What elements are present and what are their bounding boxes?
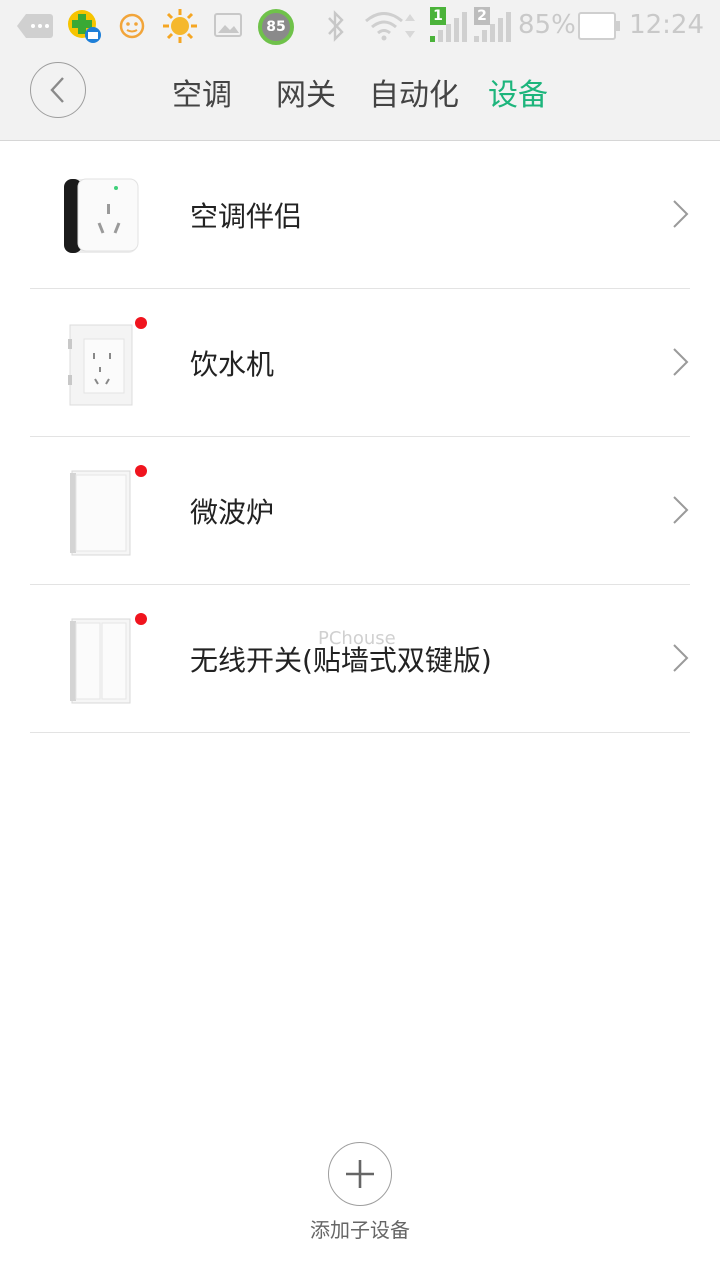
battery-percent: 85% (518, 10, 576, 40)
back-button[interactable] (30, 62, 86, 118)
face-icon (119, 13, 145, 39)
wall-socket-image (68, 324, 133, 406)
add-sub-device-button[interactable] (328, 1142, 392, 1206)
tab-devices[interactable]: 设备 (488, 70, 548, 114)
new-badge-dot (135, 317, 147, 329)
chevron-right-icon (673, 496, 689, 524)
tab-automation[interactable]: 自动化 (369, 70, 459, 114)
tab-gateway[interactable]: 网关 (276, 70, 336, 114)
list-item[interactable]: 无线开关(贴墙式双键版) (0, 585, 720, 733)
wall-switch-double-image (70, 618, 131, 704)
chevron-right-icon (673, 348, 689, 376)
image-icon (214, 13, 242, 37)
chevron-right-icon (673, 200, 689, 228)
message-icon (17, 14, 53, 38)
header-bar: 空调 网关 自动化 设备 (0, 52, 720, 141)
chevron-right-icon (673, 644, 689, 672)
signal-sim1-icon (430, 12, 467, 42)
watermark: PChouse (318, 628, 396, 649)
tab-ac[interactable]: 空调 (172, 70, 232, 114)
device-name: 空调伴侣 (190, 200, 303, 233)
badge-85-icon: 85 (258, 9, 294, 45)
wall-switch-single-image (70, 470, 131, 556)
chevron-left-icon (50, 77, 64, 103)
clock: 12:24 (629, 10, 704, 40)
wifi-icon (365, 12, 415, 41)
add-sub-device-label[interactable]: 添加子设备 (0, 1214, 720, 1243)
plus-icon (346, 1160, 374, 1188)
divider (30, 732, 690, 733)
signal-sim2-icon (474, 12, 511, 42)
status-bar: 85 1 2 85% 12:24 (0, 0, 720, 52)
weather-sun-icon (163, 9, 197, 43)
ac-companion-plug-image (64, 178, 139, 253)
battery-icon (578, 12, 620, 40)
bluetooth-icon (328, 10, 344, 42)
app-notify-icon (68, 10, 101, 43)
device-name: 微波炉 (190, 496, 275, 529)
device-name: 饮水机 (190, 348, 275, 381)
new-badge-dot (135, 465, 147, 477)
new-badge-dot (135, 613, 147, 625)
list-item[interactable]: 微波炉 (0, 437, 720, 585)
list-item[interactable]: 饮水机 (0, 289, 720, 437)
list-item[interactable]: 空调伴侣 (0, 141, 720, 289)
